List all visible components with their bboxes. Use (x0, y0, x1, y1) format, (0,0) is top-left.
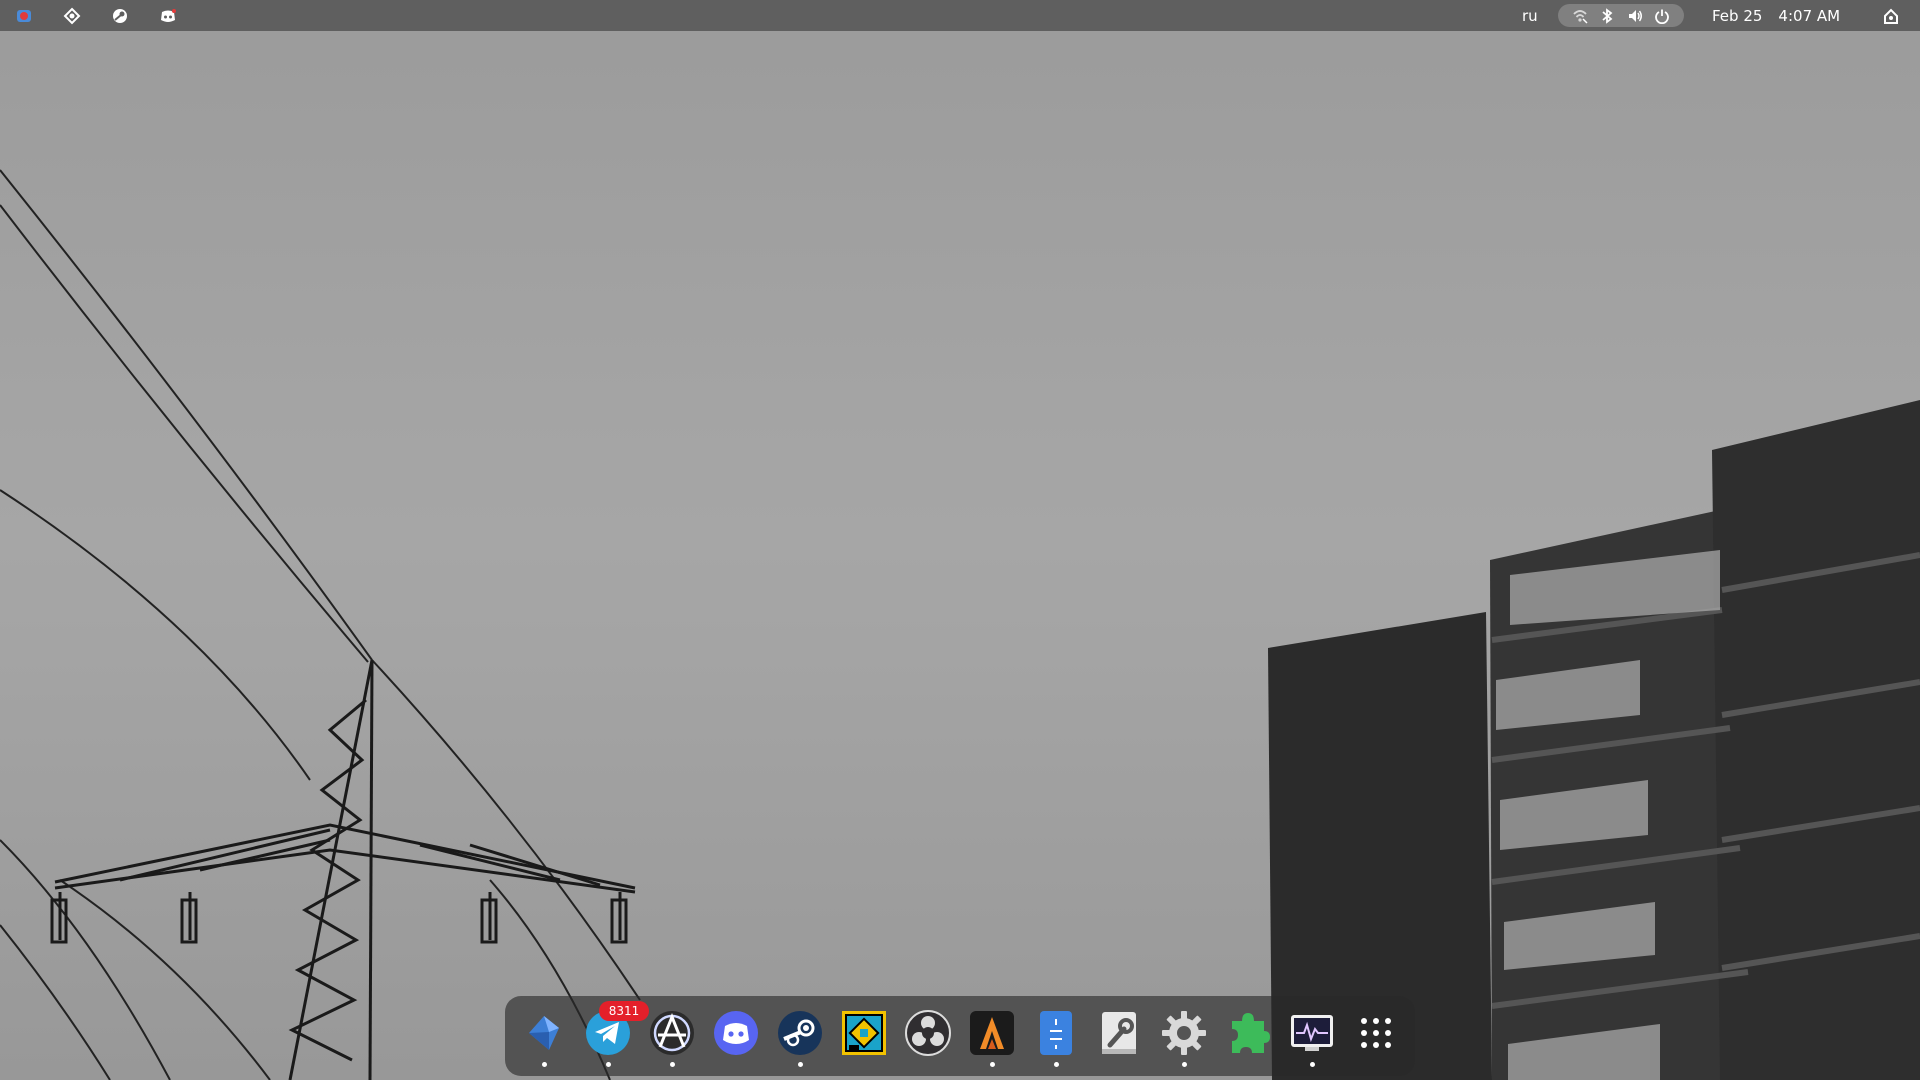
settings-gear-icon (1162, 1011, 1206, 1055)
dock-item-steam[interactable] (773, 1006, 827, 1060)
screenshot-app-tray-icon[interactable] (12, 4, 36, 28)
running-indicator (990, 1062, 995, 1067)
dock-item-obs[interactable] (901, 1006, 955, 1060)
discover-icon (529, 1016, 559, 1050)
desktop-screen: ru Feb 25 4:07 AM 8311 (0, 0, 1920, 1080)
notifications-icon[interactable] (1878, 3, 1903, 28)
launcher-tray-icon[interactable] (60, 4, 84, 28)
dock-item-geometry-dash[interactable] (837, 1006, 891, 1060)
dock-item-show-apps[interactable] (1349, 1006, 1403, 1060)
running-indicator (1054, 1062, 1059, 1067)
dock-item-discover[interactable] (517, 1006, 571, 1060)
dock-item-discord[interactable] (709, 1006, 763, 1060)
clock-date: Feb 25 (1712, 6, 1763, 25)
app-grid-icon (1361, 1018, 1391, 1048)
geometry-dash-icon (842, 1011, 886, 1055)
dock-item-telegram[interactable]: 8311 (581, 1001, 649, 1060)
bluetooth-icon (1597, 6, 1617, 26)
system-monitor-icon (1291, 1015, 1333, 1051)
dock-item-settings[interactable] (1157, 1006, 1211, 1060)
alacritty-icon (970, 1011, 1014, 1055)
running-indicator (542, 1062, 547, 1067)
dock-item-alacritty[interactable] (965, 1006, 1019, 1060)
volume-icon (1625, 6, 1645, 26)
tweaks-icon (1102, 1012, 1136, 1054)
discord-icon (714, 1011, 758, 1055)
system-tray-left (12, 0, 180, 31)
dock-item-system-monitor[interactable] (1285, 1006, 1339, 1060)
anarchy-icon (650, 1011, 694, 1055)
dock-item-text-editor[interactable] (1029, 1006, 1083, 1060)
extensions-puzzle-icon (1232, 1013, 1270, 1053)
running-indicator (798, 1062, 803, 1067)
dock-item-extensions[interactable] (1221, 1006, 1275, 1060)
dock-item-anarchy-app[interactable] (645, 1006, 699, 1060)
power-icon (1652, 6, 1672, 26)
dock: 8311 (505, 996, 1415, 1076)
steam-icon (778, 1011, 822, 1055)
running-indicator (606, 1062, 611, 1067)
desktop-wallpaper (0, 0, 1920, 1080)
running-indicator (1310, 1062, 1315, 1067)
discord-tray-icon[interactable] (156, 4, 180, 28)
running-indicator (1182, 1062, 1187, 1067)
network-icon (1570, 6, 1590, 26)
clock-time: 4:07 AM (1778, 6, 1841, 25)
dock-item-tweaks[interactable] (1093, 1006, 1147, 1060)
steam-tray-icon[interactable] (108, 4, 132, 28)
running-indicator (670, 1062, 675, 1067)
obs-icon (905, 1010, 951, 1056)
unread-count-badge: 8311 (599, 1001, 649, 1021)
system-status-menu[interactable] (1558, 4, 1684, 27)
text-editor-icon (1040, 1011, 1072, 1055)
keyboard-layout-indicator[interactable]: ru (1522, 0, 1538, 31)
top-panel: ru Feb 25 4:07 AM (0, 0, 1920, 31)
clock[interactable]: Feb 25 4:07 AM (1712, 0, 1840, 31)
